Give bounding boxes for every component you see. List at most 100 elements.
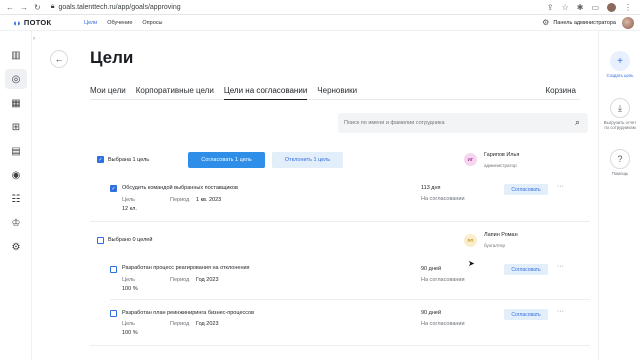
goal-days: 90 дней bbox=[421, 266, 442, 272]
group-divider bbox=[90, 221, 590, 222]
employee-name[interactable]: Лапин Роман bbox=[484, 232, 518, 238]
reload-icon[interactable]: ↻ bbox=[34, 3, 41, 12]
reject-selected-button[interactable]: Отклонить 1 цель bbox=[272, 152, 343, 168]
export-report-button[interactable]: ⤓ bbox=[610, 98, 630, 118]
export-report-label: Выгрузить отчет по сотрудникам bbox=[603, 120, 637, 130]
sidebar-structure-icon[interactable]: ⊞ bbox=[5, 117, 27, 137]
lock-icon: 🔒︎ bbox=[50, 3, 55, 10]
goal-value: 12 кл. bbox=[122, 206, 137, 212]
plus-icon: + bbox=[617, 55, 623, 67]
group-select-checkbox[interactable]: ✓ bbox=[97, 156, 104, 163]
gear-icon: ⚙ bbox=[542, 18, 550, 27]
group-selected-count: Выбрана 1 цель bbox=[108, 157, 150, 163]
goal-status: На согласовании bbox=[421, 321, 465, 327]
goal-value: 100 % bbox=[122, 330, 138, 336]
goal-period: Год 2023 bbox=[196, 321, 219, 327]
goal-value: 100 % bbox=[122, 286, 138, 292]
right-action-rail: + Создать цель ⤓ Выгрузить отчет по сотр… bbox=[598, 31, 640, 360]
sidebar-badge-icon[interactable]: ◉ bbox=[5, 165, 27, 185]
tab-goals-approving[interactable]: Цели на согласовании bbox=[223, 86, 308, 100]
goal-title[interactable]: Разработан план реинжиниринга бизнес-про… bbox=[122, 310, 254, 316]
group-divider bbox=[90, 345, 590, 346]
app-logo[interactable]: ◖◗ ПОТОК bbox=[0, 18, 84, 28]
approve-goal-button[interactable]: Согласовать bbox=[504, 309, 548, 320]
sidebar-layout-icon[interactable]: ▥ bbox=[5, 45, 27, 65]
group-select-checkbox[interactable] bbox=[97, 237, 104, 244]
goal-status: На согласовании bbox=[421, 277, 465, 283]
forward-arrow-icon[interactable]: → bbox=[20, 3, 28, 12]
address-bar[interactable]: 🔒︎ goals.talenttech.ru/app/goals/approvi… bbox=[51, 3, 181, 11]
search-input[interactable] bbox=[344, 120, 564, 126]
download-icon: ⤓ bbox=[618, 102, 622, 113]
goal-title[interactable]: Разработан процесс реагирования на откло… bbox=[122, 265, 250, 271]
app-header: ◖◗ ПОТОК Цели Обучение Опросы ⚙ Панель а… bbox=[0, 15, 640, 31]
help-button[interactable]: ? bbox=[610, 149, 630, 169]
mouse-cursor-icon: ➤ bbox=[468, 259, 475, 268]
goal-period-label: Период bbox=[170, 197, 190, 203]
sidebar-settings-icon[interactable]: ⚙ bbox=[5, 237, 27, 257]
employee-name[interactable]: Гарипов Илья bbox=[484, 152, 519, 158]
sidebar-goals-icon[interactable]: ◎ bbox=[5, 69, 27, 89]
more-options-icon[interactable]: ··· bbox=[557, 183, 564, 190]
share-icon[interactable]: ⇪ bbox=[547, 3, 554, 12]
avatar: РЛ bbox=[464, 234, 477, 247]
sidebar-toggle-icon[interactable]: ▭ bbox=[591, 3, 599, 12]
employee-role: бухгалтер bbox=[484, 243, 506, 248]
goal-checkbox[interactable] bbox=[110, 310, 117, 317]
nav-surveys[interactable]: Опросы bbox=[142, 20, 162, 26]
browser-profile-avatar[interactable] bbox=[607, 2, 616, 12]
employee-search[interactable]: ⌕ bbox=[338, 113, 588, 133]
more-options-icon[interactable]: ··· bbox=[557, 308, 564, 315]
left-sidebar: › ▥ ◎ ▦ ⊞ ▤ ◉ ☷ ♔ ⚙ bbox=[0, 31, 35, 360]
bookmark-star-icon[interactable]: ☆ bbox=[562, 3, 569, 12]
nav-learning[interactable]: Обучение bbox=[107, 20, 132, 26]
goal-divider bbox=[110, 299, 590, 300]
goal-type-label: Цель bbox=[122, 321, 136, 327]
goal-period-label: Период bbox=[170, 277, 190, 283]
chevron-right-icon[interactable]: › bbox=[33, 36, 35, 42]
help-label: Помощь bbox=[611, 171, 629, 176]
employee-role: администратор bbox=[484, 163, 517, 168]
goal-status: На согласовании bbox=[421, 196, 465, 202]
approve-selected-button[interactable]: Согласовать 1 цель bbox=[188, 152, 265, 168]
arrow-left-icon: ← bbox=[54, 54, 64, 64]
admin-panel-link[interactable]: ⚙ Панель администратора bbox=[542, 18, 622, 27]
sidebar-award-icon[interactable]: ♔ bbox=[5, 213, 27, 233]
more-options-icon[interactable]: ··· bbox=[557, 263, 564, 270]
sidebar-document-icon[interactable]: ▤ bbox=[5, 141, 27, 161]
goal-period-label: Период bbox=[170, 321, 190, 327]
tab-my-goals[interactable]: Мои цели bbox=[90, 86, 126, 100]
sidebar-team-grid-icon[interactable]: ▦ bbox=[5, 93, 27, 113]
back-button[interactable]: ← bbox=[50, 50, 68, 68]
goal-checkbox[interactable] bbox=[110, 266, 117, 273]
url-text: goals.talenttech.ru/app/goals/approving bbox=[58, 3, 181, 11]
tab-trash[interactable]: Корзина bbox=[546, 86, 576, 100]
goal-type-label: Цель bbox=[122, 277, 136, 283]
goal-title[interactable]: Обсудить командой выбранных поставщиков bbox=[122, 185, 238, 191]
approve-goal-button[interactable]: Согласовать bbox=[504, 184, 548, 195]
tab-corporate-goals[interactable]: Корпоративные цели bbox=[136, 86, 214, 100]
approve-goal-button[interactable]: Согласовать bbox=[504, 264, 548, 275]
create-goal-button[interactable]: + bbox=[610, 51, 630, 71]
browser-menu-icon[interactable]: ⋮ bbox=[624, 3, 632, 12]
extensions-icon[interactable]: ✱ bbox=[577, 3, 584, 12]
goal-period: 1 кв. 2023 bbox=[196, 197, 222, 203]
goals-tabs: Мои цели Корпоративные цели Цели на согл… bbox=[90, 86, 580, 100]
sidebar-people-icon[interactable]: ☷ bbox=[5, 189, 27, 209]
goal-days: 113 дня bbox=[421, 185, 441, 191]
avatar: ИГ bbox=[464, 153, 477, 166]
create-goal-label: Создать цель bbox=[606, 73, 634, 78]
nav-goals[interactable]: Цели bbox=[84, 20, 97, 26]
group-selected-count: Выбрано 0 целей bbox=[108, 237, 153, 243]
top-navigation: Цели Обучение Опросы bbox=[84, 20, 162, 26]
goal-checkbox[interactable]: ✓ bbox=[110, 185, 117, 192]
logo-mark-icon: ◖◗ bbox=[12, 17, 22, 28]
question-icon: ? bbox=[617, 154, 623, 164]
goal-days: 90 дней bbox=[421, 310, 442, 316]
search-icon[interactable]: ⌕ bbox=[575, 117, 580, 128]
user-avatar[interactable] bbox=[622, 16, 634, 29]
tab-drafts[interactable]: Черновики bbox=[317, 86, 357, 100]
back-arrow-icon[interactable]: ← bbox=[6, 3, 14, 12]
browser-toolbar: ← → ↻ 🔒︎ goals.talenttech.ru/app/goals/a… bbox=[0, 0, 640, 15]
page-title: Цели bbox=[90, 48, 134, 67]
